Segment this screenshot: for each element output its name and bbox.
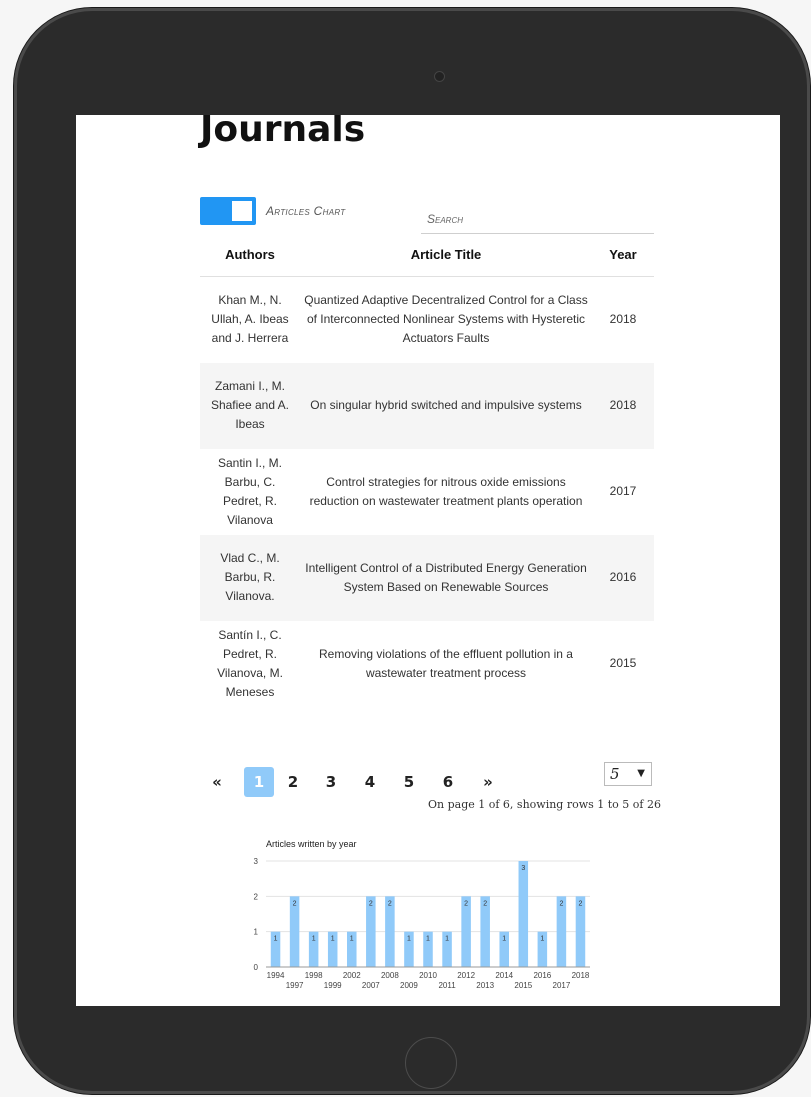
cell-authors: Vlad C., M. Barbu, R. Vilanova.	[200, 534, 300, 621]
x-tick-label: 2016	[533, 971, 551, 980]
chart-svg: Articles written by year 0 1 2 3 1 1994 2 1997 1 1…	[254, 839, 590, 990]
bar-value-label: 1	[445, 936, 449, 943]
x-tick-label: 2010	[419, 971, 437, 980]
table-row[interactable]: Khan M., N. Ullah, A. Ibeas and J. Herre…	[200, 277, 654, 363]
x-tick-label: 2015	[514, 981, 532, 990]
bar-value-label: 2	[293, 900, 297, 907]
bar-value-label: 3	[521, 865, 525, 872]
tablet-frame: Journals Articles Chart Authors Article …	[14, 8, 810, 1094]
x-tick-label: 2013	[476, 981, 494, 990]
x-tick-label: 2011	[438, 981, 456, 990]
bar-value-label: 1	[502, 936, 506, 943]
pagination: « 1 2 3 4 5 6 »	[204, 767, 508, 797]
cell-authors: Khan M., N. Ullah, A. Ibeas and J. Herre…	[211, 293, 289, 346]
pagination-status: On page 1 of 6, showing rows 1 to 5 of 2…	[428, 798, 661, 811]
page-size-select[interactable]: 5 ▼	[604, 762, 652, 786]
page-button-6[interactable]: 6	[428, 773, 468, 791]
toggle-knob	[232, 201, 252, 221]
bar-value-label: 2	[464, 900, 468, 907]
header-article-title[interactable]: Article Title	[300, 233, 592, 277]
screen: Journals Articles Chart Authors Article …	[76, 115, 780, 1006]
x-tick-label: 2007	[362, 981, 380, 990]
table-row[interactable]: Zamani I., M. Shafiee and A. Ibeas On si…	[200, 362, 654, 449]
y-tick-label: 0	[254, 963, 259, 972]
cell-authors: Zamani I., M. Shafiee and A. Ibeas	[200, 362, 300, 449]
cell-year: 2015	[609, 656, 637, 670]
cell-title: Control strategies for nitrous oxide emi…	[309, 474, 583, 508]
y-tick-label: 2	[254, 892, 259, 901]
header-authors[interactable]: Authors	[200, 233, 300, 277]
cell-year: 2018	[609, 312, 637, 327]
bar-value-label: 1	[312, 936, 316, 943]
bar-value-label: 2	[579, 900, 583, 907]
page-button-5[interactable]: 5	[390, 773, 428, 791]
y-tick-label: 1	[254, 928, 259, 937]
bar-value-label: 2	[388, 900, 392, 907]
table-row[interactable]: Vlad C., M. Barbu, R. Vilanova. Intellig…	[200, 534, 654, 621]
bar-value-label: 1	[274, 936, 278, 943]
header-year[interactable]: Year	[592, 233, 654, 277]
x-tick-label: 2012	[457, 971, 475, 980]
articles-table: Authors Article Title Year Khan M., N. U…	[200, 233, 654, 707]
table-header-row: Authors Article Title Year	[200, 233, 654, 277]
next-page-button[interactable]: »	[468, 773, 508, 791]
page-button-3[interactable]: 3	[312, 773, 350, 791]
home-button[interactable]	[405, 1037, 457, 1089]
cell-title: Quantized Adaptive Decentralized Control…	[304, 293, 588, 346]
articles-chart-toggle[interactable]	[200, 197, 256, 225]
camera-dot	[434, 71, 445, 82]
x-tick-label: 2014	[495, 971, 513, 980]
bar-value-label: 1	[331, 936, 335, 943]
x-tick-label: 2009	[400, 981, 418, 990]
x-tick-label: 1998	[305, 971, 323, 980]
cell-title: Intelligent Control of a Distributed Ene…	[300, 534, 592, 621]
chevron-down-icon: ▼	[637, 768, 645, 779]
table-row[interactable]: Santín I., C. Pedret, R. Vilanova, M. Me…	[200, 621, 654, 707]
bar-value-label: 1	[540, 936, 544, 943]
x-tick-label: 1994	[267, 971, 285, 980]
chart-title: Articles written by year	[266, 839, 357, 849]
x-tick-label: 2008	[381, 971, 399, 980]
bar-value-label: 2	[483, 900, 487, 907]
search-input[interactable]	[421, 207, 660, 231]
page-size-value: 5	[610, 765, 620, 783]
cell-title: On singular hybrid switched and impulsiv…	[300, 362, 592, 449]
cell-authors: Santin I., M. Barbu, C. Pedret, R. Vilan…	[217, 455, 283, 527]
cell-title: Removing violations of the effluent poll…	[319, 646, 573, 680]
bar-value-label: 2	[369, 900, 373, 907]
bar-value-label: 1	[350, 936, 354, 943]
cell-year: 2016	[592, 534, 654, 621]
bar-value-label: 2	[559, 900, 563, 907]
toggle-label: Articles Chart	[266, 204, 346, 218]
prev-page-button[interactable]: «	[204, 773, 230, 791]
page-button-2[interactable]: 2	[274, 773, 312, 791]
chart-bar	[518, 861, 529, 967]
y-tick-label: 3	[254, 857, 259, 866]
bar-value-label: 1	[407, 936, 411, 943]
page-title: Journals	[200, 115, 366, 150]
cell-year: 2018	[592, 362, 654, 449]
page-button-1[interactable]: 1	[244, 767, 274, 797]
cell-authors: Santín I., C. Pedret, R. Vilanova, M. Me…	[217, 627, 283, 699]
x-tick-label: 1999	[324, 981, 342, 990]
cell-year: 2017	[609, 484, 637, 498]
x-tick-label: 2017	[553, 981, 571, 990]
table-row[interactable]: Santin I., M. Barbu, C. Pedret, R. Vilan…	[200, 449, 654, 535]
x-tick-label: 1997	[286, 981, 304, 990]
articles-chart: Articles written by year 0 1 2 3 1 1994 2 1997 1 1…	[230, 833, 610, 1006]
search-field	[421, 207, 660, 234]
x-tick-label: 2018	[572, 971, 590, 980]
page-button-4[interactable]: 4	[350, 773, 390, 791]
bar-value-label: 1	[426, 936, 430, 943]
x-tick-label: 2002	[343, 971, 361, 980]
